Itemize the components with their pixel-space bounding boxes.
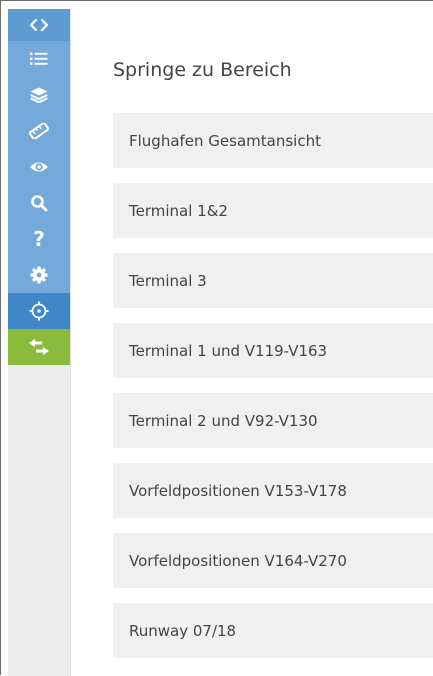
jump-to-area-button[interactable] [8,293,70,329]
layers-button[interactable] [8,77,70,113]
area-item[interactable]: Runway 07/18 [113,603,433,658]
area-item[interactable]: Terminal 1&2 [113,183,433,238]
gear-icon [30,266,48,284]
search-icon [30,194,48,212]
area-item[interactable]: Terminal 3 [113,253,433,308]
list-icon [30,52,48,66]
search-button[interactable] [8,185,70,221]
swap-arrows-icon [28,339,50,355]
area-item[interactable]: Flughafen Gesamtansicht [113,113,433,168]
crosshair-icon [29,301,49,321]
area-item[interactable]: Vorfeldpositionen V153-V178 [113,463,433,518]
sidebar: ? [8,9,71,676]
toggle-sidebar-button[interactable] [8,9,70,41]
jump-to-area-panel: Springe zu Bereich Flughafen Gesamtansic… [72,9,433,676]
layers-icon [30,87,48,103]
list-button[interactable] [8,41,70,77]
app-frame: ? Springe zu Bereich Flughafen Gesamtans… [0,0,433,676]
area-item[interactable]: Vorfeldpositionen V164-V270 [113,533,433,588]
swap-button[interactable] [8,329,70,365]
settings-button[interactable] [8,257,70,293]
help-button[interactable]: ? [8,221,70,257]
eye-icon [29,160,49,174]
code-brackets-icon [29,18,49,32]
panel-title: Springe zu Bereich [113,59,292,81]
measure-tag-icon [29,123,49,139]
question-icon: ? [33,227,45,251]
visibility-button[interactable] [8,149,70,185]
area-item[interactable]: Terminal 2 und V92-V130 [113,393,433,448]
measure-button[interactable] [8,113,70,149]
area-item[interactable]: Terminal 1 und V119-V163 [113,323,433,378]
